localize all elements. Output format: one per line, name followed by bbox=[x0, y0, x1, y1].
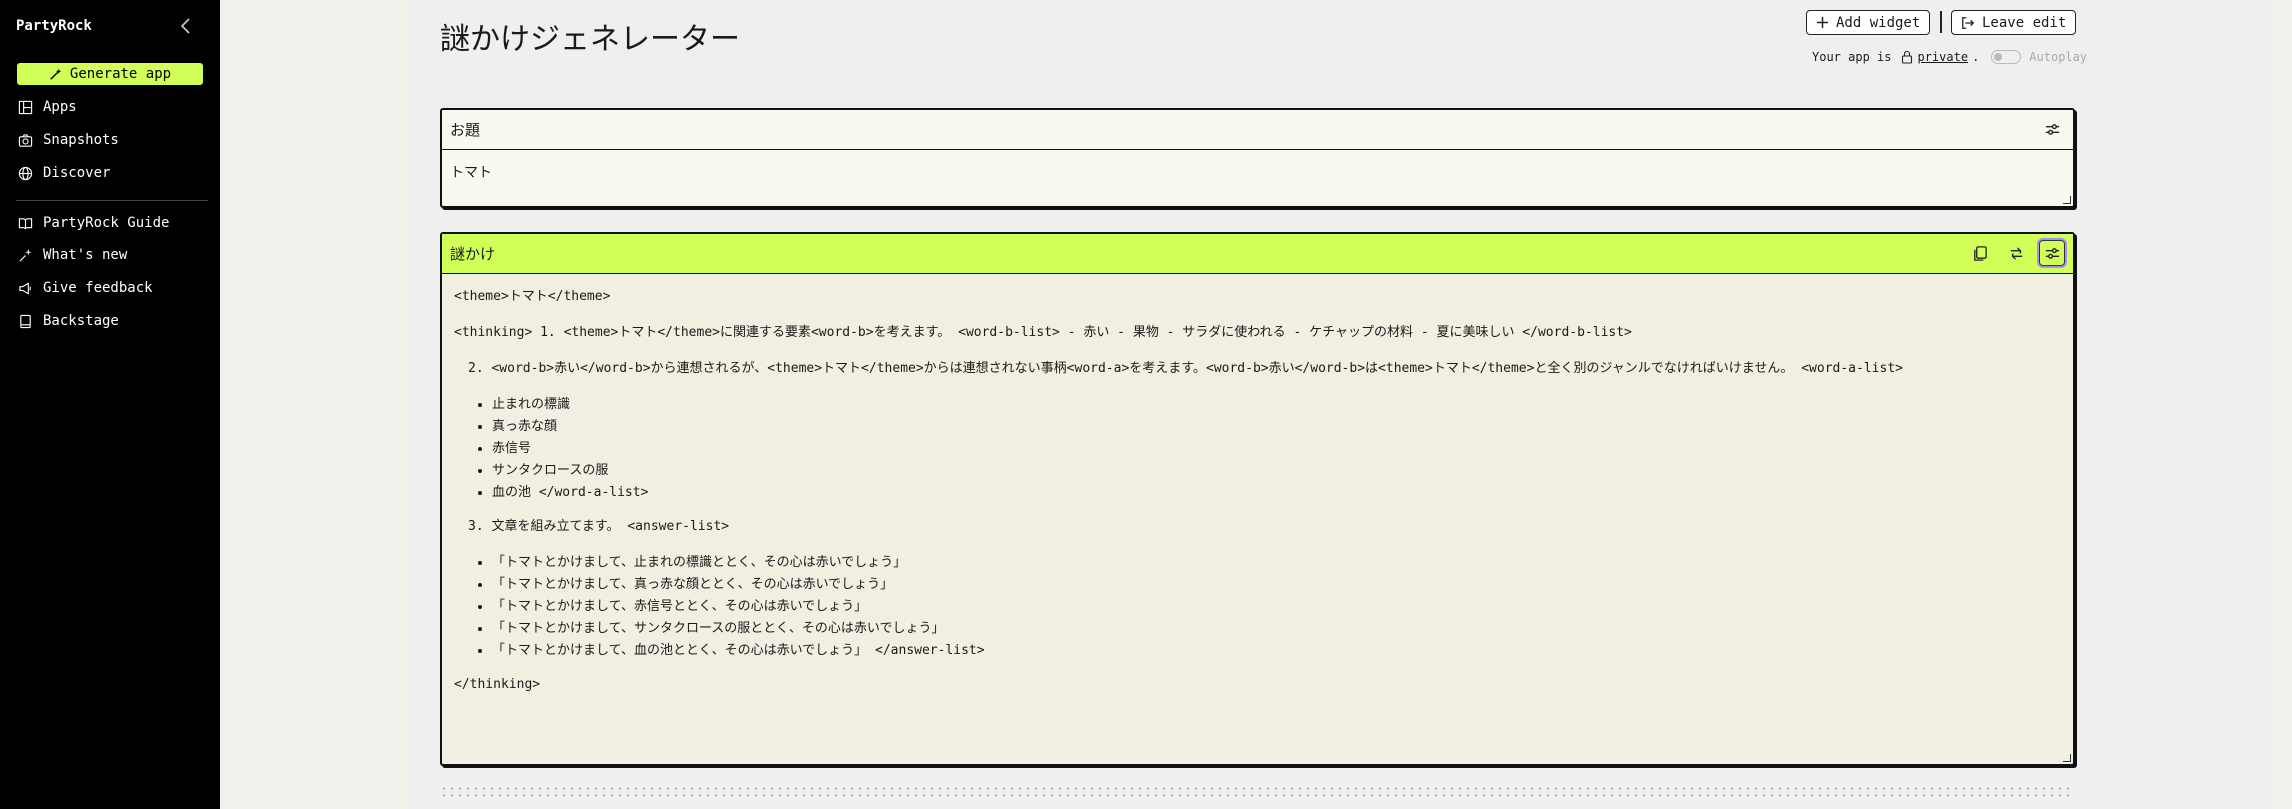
generate-app-button[interactable]: Generate app bbox=[17, 63, 203, 85]
widget-title: お題 bbox=[450, 121, 481, 139]
right-gutter bbox=[2268, 0, 2292, 809]
answer-list: 「トマトとかけまして、止まれの標識ととく、その心は赤いでしょう」 「トマトとかけ… bbox=[492, 552, 2061, 662]
generated-output: <theme>トマト</theme> <thinking> 1. <theme>… bbox=[442, 274, 2073, 722]
magic-wand-icon bbox=[50, 68, 62, 80]
list-item: 「トマトとかけまして、止まれの標識ととく、その心は赤いでしょう」 bbox=[492, 552, 2061, 574]
add-widget-dropzone[interactable] bbox=[440, 785, 2075, 799]
privacy-status: Your app is private. Autoplay bbox=[1812, 50, 2087, 64]
add-widget-label: Add widget bbox=[1836, 14, 1921, 31]
widget-title: 謎かけ bbox=[450, 245, 496, 263]
output-line: <thinking> 1. <theme>トマト</theme>に関連する要素<… bbox=[454, 325, 1632, 340]
list-item: 赤信号 bbox=[492, 438, 2061, 460]
copy-icon[interactable] bbox=[1967, 240, 1993, 266]
autoplay-label: Autoplay bbox=[2029, 50, 2088, 64]
list-item: 止まれの標識 bbox=[492, 394, 2061, 416]
resize-handle[interactable] bbox=[2063, 196, 2071, 204]
chevron-left-icon[interactable] bbox=[176, 16, 196, 36]
megaphone-icon bbox=[19, 281, 31, 295]
globe-icon bbox=[18, 166, 33, 180]
privacy-prefix: Your app is bbox=[1812, 50, 1892, 64]
lock-icon bbox=[1902, 50, 1913, 64]
sidebar: PartyRock Generate app Apps Snapshots Di… bbox=[0, 0, 220, 809]
grid-icon bbox=[18, 100, 33, 114]
sidebar-item-label: Discover bbox=[43, 165, 111, 181]
widget-toolbar bbox=[2039, 116, 2065, 142]
output-widget: 謎かけ <theme>トマト</theme> <thinking> 1. <th… bbox=[440, 232, 2075, 766]
book-icon bbox=[18, 217, 33, 229]
autoplay-toggle[interactable] bbox=[1991, 50, 2022, 64]
sidebar-item-label: What's new bbox=[43, 247, 128, 263]
output-line: 2. <word-b>赤い</word-b>から連想されるが、<theme>トマ… bbox=[468, 361, 1903, 376]
resize-handle[interactable] bbox=[2063, 754, 2071, 762]
sidebar-divider bbox=[16, 200, 208, 201]
add-widget-button[interactable]: Add widget bbox=[1806, 10, 1931, 35]
sidebar-item-feedback[interactable]: Give feedback bbox=[18, 277, 153, 299]
list-item: 「トマトとかけまして、真っ赤な顔ととく、その心は赤いでしょう」 bbox=[492, 574, 2061, 596]
exit-icon bbox=[1962, 16, 1975, 29]
list-item: 「トマトとかけまして、赤信号ととく、その心は赤いでしょう」 bbox=[492, 596, 2061, 618]
list-item: 「トマトとかけまして、血の池ととく、その心は赤いでしょう」 </answer-l… bbox=[492, 640, 2061, 662]
page-title: 謎かけジェネレーター bbox=[440, 22, 740, 57]
list-item: 真っ赤な顔 bbox=[492, 416, 2061, 438]
sidebar-item-guide[interactable]: PartyRock Guide bbox=[18, 212, 169, 234]
left-gutter bbox=[220, 0, 406, 809]
sidebar-item-apps[interactable]: Apps bbox=[18, 96, 77, 118]
list-item: 血の池 </word-a-list> bbox=[492, 482, 2061, 504]
camera-icon bbox=[18, 133, 33, 147]
text-input[interactable]: トマト bbox=[442, 150, 2073, 194]
leave-edit-button[interactable]: Leave edit bbox=[1951, 10, 2077, 35]
sidebar-item-label: Apps bbox=[43, 99, 77, 115]
sliders-icon[interactable] bbox=[2039, 240, 2065, 266]
input-widget: お題 トマト bbox=[440, 108, 2075, 208]
plus-icon bbox=[1816, 16, 1829, 29]
sliders-icon[interactable] bbox=[2039, 116, 2065, 142]
generate-app-label: Generate app bbox=[69, 66, 172, 82]
toolbar-separator bbox=[1940, 11, 1942, 33]
refresh-icon[interactable] bbox=[2003, 240, 2029, 266]
output-line: </thinking> bbox=[454, 677, 541, 692]
sidebar-item-backstage[interactable]: Backstage bbox=[18, 310, 119, 332]
brand-logo[interactable]: PartyRock bbox=[16, 18, 92, 34]
output-line: 3. 文章を組み立てます。 <answer-list> bbox=[468, 519, 730, 534]
sidebar-item-discover[interactable]: Discover bbox=[18, 162, 110, 184]
privacy-link[interactable]: private bbox=[1917, 50, 1968, 64]
badge-icon bbox=[20, 314, 31, 328]
sidebar-item-label: Backstage bbox=[43, 313, 119, 329]
widget-toolbar bbox=[1967, 240, 2065, 266]
leave-edit-label: Leave edit bbox=[1982, 14, 2067, 31]
widget-header: お題 bbox=[442, 110, 2073, 150]
output-line: <theme>トマト</theme> bbox=[454, 289, 611, 304]
sidebar-item-label: Give feedback bbox=[43, 280, 153, 296]
sidebar-item-label: PartyRock Guide bbox=[43, 215, 170, 231]
sidebar-item-label: Snapshots bbox=[43, 132, 119, 148]
word-a-list: 止まれの標識 真っ赤な顔 赤信号 サンタクロースの服 血の池 </word-a-… bbox=[492, 394, 2061, 504]
privacy-suffix: . bbox=[1972, 50, 1980, 64]
widget-header: 謎かけ bbox=[442, 234, 2073, 274]
list-item: サンタクロースの服 bbox=[492, 460, 2061, 482]
sparkles-icon bbox=[19, 248, 32, 262]
sidebar-item-whats-new[interactable]: What's new bbox=[18, 244, 127, 266]
list-item: 「トマトとかけまして、サンタクロースの服ととく、その心は赤いでしょう」 bbox=[492, 618, 2061, 640]
sidebar-item-snapshots[interactable]: Snapshots bbox=[18, 129, 119, 151]
